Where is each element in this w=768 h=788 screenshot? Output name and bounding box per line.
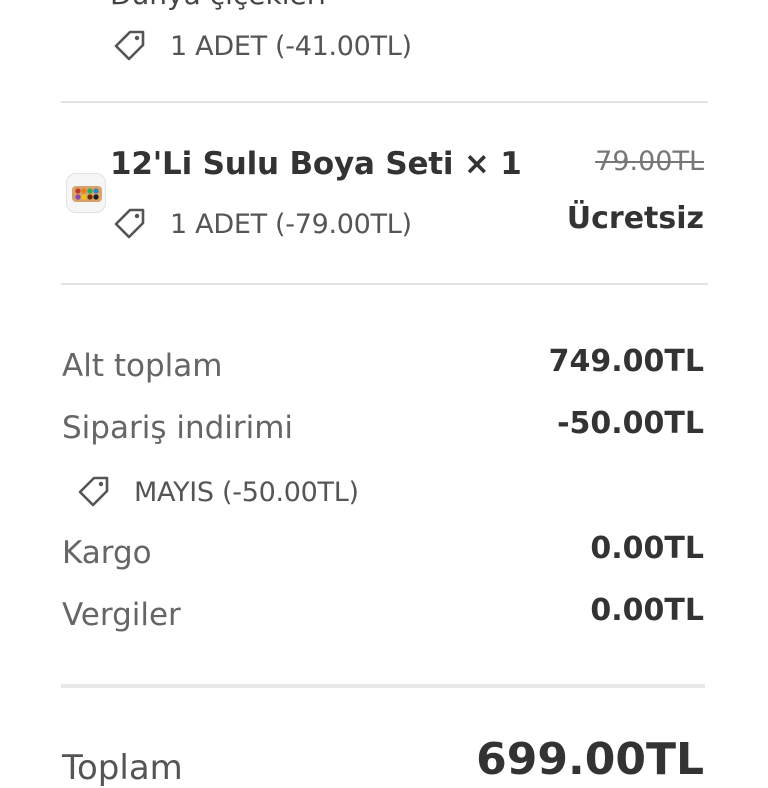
item-discount: 1 ADET (-79.00TL) xyxy=(110,204,412,244)
shipping-label: Kargo xyxy=(62,535,152,571)
previous-item-title: Dünya çiçekleri xyxy=(110,0,326,11)
coupon-row: MAYIS (-50.00TL) xyxy=(74,472,359,512)
order-discount-label: Sipariş indirimi xyxy=(62,410,294,446)
total-divider xyxy=(61,684,705,688)
tag-icon xyxy=(114,30,145,61)
paint-set-image xyxy=(72,186,102,202)
coupon-text: MAYIS (-50.00TL) xyxy=(134,476,359,508)
tax-value: 0.00TL xyxy=(590,593,704,628)
item-original-price: 79.00TL xyxy=(595,146,704,177)
order-discount-value: -50.00TL xyxy=(557,406,704,441)
subtotal-label: Alt toplam xyxy=(62,348,223,384)
shipping-value: 0.00TL xyxy=(590,531,704,566)
tag-icon xyxy=(114,208,145,239)
divider xyxy=(61,101,708,103)
previous-item-discount-text: 1 ADET (-41.00TL) xyxy=(170,30,412,62)
item-discount-text: 1 ADET (-79.00TL) xyxy=(170,208,412,240)
divider xyxy=(61,283,708,285)
tax-label: Vergiler xyxy=(62,597,181,633)
subtotal-value: 749.00TL xyxy=(548,344,704,379)
product-thumbnail xyxy=(66,173,106,213)
previous-item-discount: 1 ADET (-41.00TL) xyxy=(110,26,412,66)
total-label: Toplam xyxy=(62,748,183,788)
item-final-price: Ücretsiz xyxy=(566,201,704,236)
total-value: 699.00TL xyxy=(476,734,704,785)
item-title: 12'Li Sulu Boya Seti × 1 xyxy=(110,146,522,182)
tag-icon xyxy=(78,476,109,507)
